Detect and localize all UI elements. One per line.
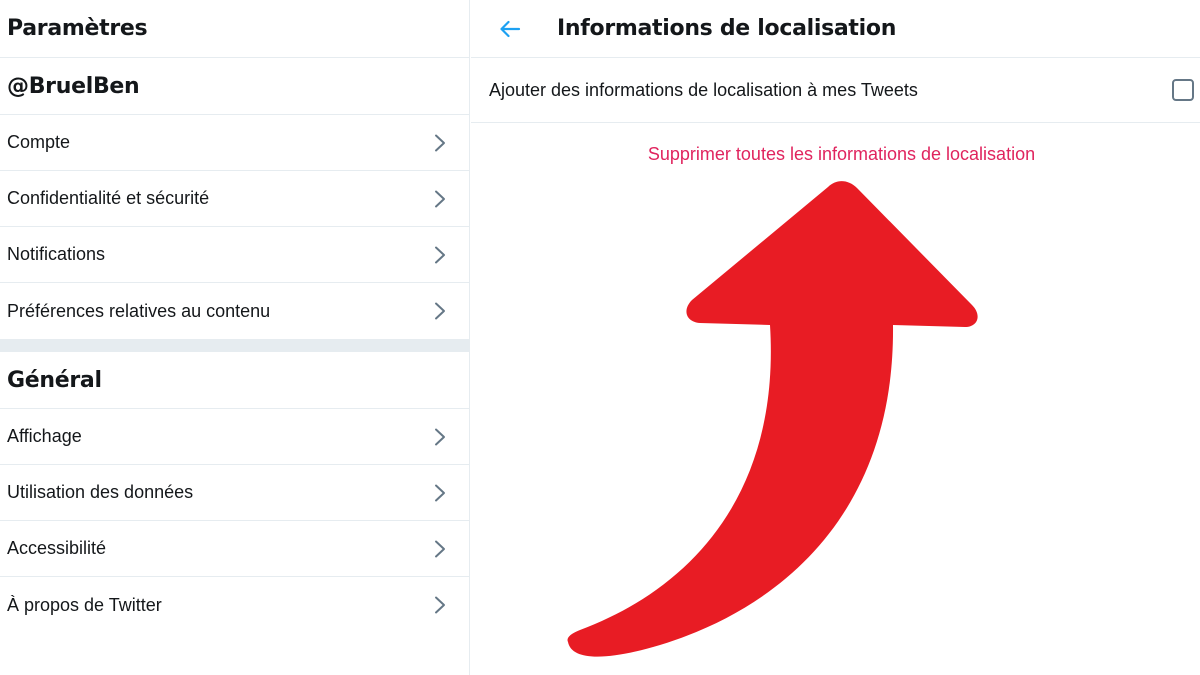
settings-app: Paramètres @BruelBen Compte Confidential… [0,0,1200,675]
chevron-right-icon [433,133,447,153]
sidebar-item-confidentialite[interactable]: Confidentialité et sécurité [0,171,469,227]
page-title: Informations de localisation [557,16,897,41]
settings-sidebar: Paramètres @BruelBen Compte Confidential… [0,0,470,675]
sidebar-item-label: Compte [7,132,71,152]
chevron-right-icon [433,539,447,559]
sidebar-item-label: Confidentialité et sécurité [7,188,210,208]
section-separator [0,339,469,352]
location-settings-panel: Informations de localisation Ajouter des… [471,0,1200,675]
sidebar-item-affichage[interactable]: Affichage [0,409,469,465]
back-button[interactable] [495,14,525,44]
sidebar-item-label: Accessibilité [7,538,107,558]
chevron-right-icon [433,189,447,209]
general-section-title: Général [0,352,469,409]
sidebar-item-label: À propos de Twitter [7,594,162,615]
chevron-right-icon [433,595,447,615]
sidebar-item-label: Notifications [7,244,106,264]
chevron-right-icon [433,427,447,447]
location-checkbox[interactable] [1172,79,1194,101]
chevron-right-icon [433,301,447,321]
delete-location-link[interactable]: Supprimer toutes les informations de loc… [471,144,1200,165]
sidebar-item-label: Affichage [7,426,82,446]
sidebar-item-preferences-contenu[interactable]: Préférences relatives au contenu [0,283,469,339]
location-option-row[interactable]: Ajouter des informations de localisation… [471,58,1200,123]
chevron-right-icon [433,245,447,265]
sidebar-header: Paramètres [0,0,469,58]
sidebar-item-label: Préférences relatives au contenu [7,300,271,321]
sidebar-item-accessibilite[interactable]: Accessibilité [0,521,469,577]
location-option-label: Ajouter des informations de localisation… [489,79,918,100]
sidebar-title: Paramètres [7,16,148,41]
sidebar-item-label: Utilisation des données [7,482,194,502]
chevron-right-icon [433,483,447,503]
content-header: Informations de localisation [471,0,1200,58]
sidebar-item-notifications[interactable]: Notifications [0,227,469,283]
account-section-title: @BruelBen [0,58,469,115]
arrow-left-icon [500,20,521,37]
sidebar-item-compte[interactable]: Compte [0,115,469,171]
sidebar-item-utilisation-donnees[interactable]: Utilisation des données [0,465,469,521]
sidebar-item-a-propos[interactable]: À propos de Twitter [0,577,469,633]
